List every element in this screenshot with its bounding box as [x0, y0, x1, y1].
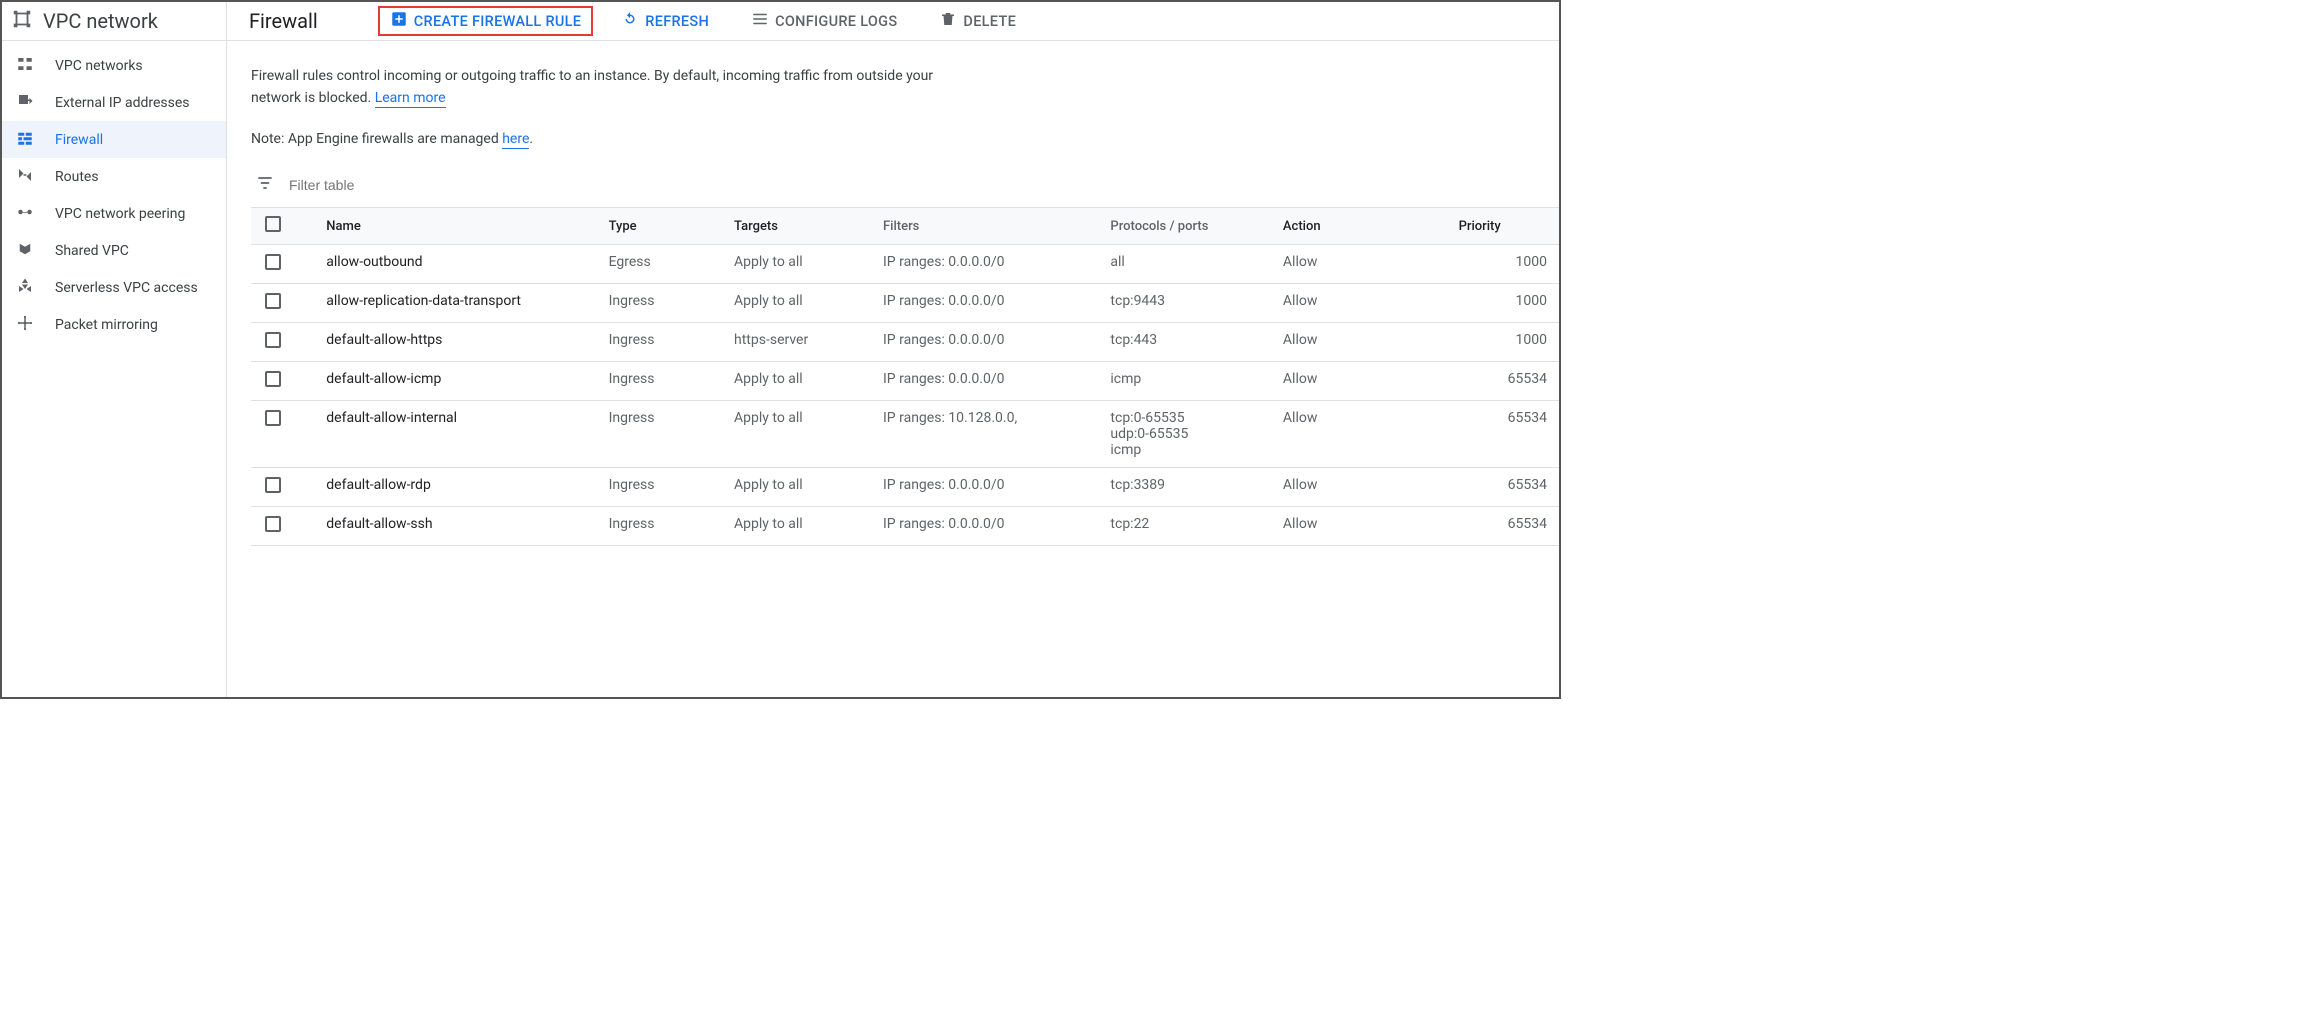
sidebar-item-label: VPC network peering [55, 206, 185, 222]
col-targets[interactable]: Targets [734, 208, 883, 245]
configure-logs-button[interactable]: Configure Logs [737, 5, 911, 37]
table-row[interactable]: allow-outboundEgressApply to allIP range… [251, 245, 1559, 284]
create-firewall-rule-button[interactable]: Create Firewall Rule [378, 6, 594, 36]
table-row[interactable]: default-allow-rdpIngressApply to allIP r… [251, 468, 1559, 507]
sidebar-item-label: VPC networks [55, 58, 143, 74]
sidebar-item-label: Routes [55, 169, 99, 185]
table-row[interactable]: default-allow-sshIngressApply to allIP r… [251, 507, 1559, 546]
ext-ip-icon [16, 92, 34, 114]
refresh-button[interactable]: Refresh [607, 5, 723, 37]
row-checkbox[interactable] [265, 410, 281, 426]
table-row[interactable]: default-allow-httpsIngresshttps-serverIP… [251, 323, 1559, 362]
sidebar-item-serverless-vpc-access[interactable]: Serverless VPC access [2, 269, 226, 306]
table-row[interactable]: default-allow-icmpIngressApply to allIP … [251, 362, 1559, 401]
table-row[interactable]: default-allow-internalIngressApply to al… [251, 401, 1559, 468]
sidebar-item-external-ip-addresses[interactable]: External IP addresses [2, 84, 226, 121]
row-checkbox[interactable] [265, 293, 281, 309]
row-checkbox[interactable] [265, 332, 281, 348]
select-all-checkbox[interactable] [265, 216, 281, 232]
note-text: Note: App Engine firewalls are managed h… [251, 131, 1559, 147]
vpc-icon [16, 55, 34, 77]
sidebar-item-shared-vpc[interactable]: Shared VPC [2, 232, 226, 269]
sidebar-item-packet-mirroring[interactable]: Packet mirroring [2, 306, 226, 343]
sidebar-item-firewall[interactable]: Firewall [2, 121, 226, 158]
col-filters[interactable]: Filters [883, 208, 1110, 245]
sidebar-item-label: External IP addresses [55, 95, 190, 111]
row-checkbox[interactable] [265, 477, 281, 493]
col-action[interactable]: Action [1283, 208, 1459, 245]
col-protocols[interactable]: Protocols / ports [1110, 208, 1283, 245]
col-priority[interactable]: Priority [1459, 208, 1559, 245]
plus-icon [390, 10, 408, 32]
row-checkbox[interactable] [265, 516, 281, 532]
product-title: VPC network [43, 9, 158, 33]
firewall-icon [16, 129, 34, 151]
sidebar-item-label: Packet mirroring [55, 317, 158, 333]
intro-text: Firewall rules control incoming or outgo… [251, 65, 951, 109]
sidebar-item-label: Serverless VPC access [55, 280, 198, 296]
sidebar-item-label: Firewall [55, 132, 103, 148]
trash-icon [939, 10, 957, 32]
toolbar: Firewall Create Firewall Rule Refresh Co… [227, 2, 1559, 41]
filter-table-input[interactable] [287, 176, 587, 194]
app-engine-here-link[interactable]: here [502, 131, 529, 149]
product-header: VPC network [2, 2, 226, 41]
shared-icon [16, 240, 34, 262]
sidebar-item-label: Shared VPC [55, 243, 129, 259]
refresh-icon [621, 10, 639, 32]
col-name[interactable]: Name [326, 208, 608, 245]
sidebar-item-vpc-networks[interactable]: VPC networks [2, 47, 226, 84]
sidebar-item-routes[interactable]: Routes [2, 158, 226, 195]
serverless-icon [16, 277, 34, 299]
table-row[interactable]: allow-replication-data-transportIngressA… [251, 284, 1559, 323]
delete-button[interactable]: Delete [925, 5, 1030, 37]
col-type[interactable]: Type [609, 208, 734, 245]
learn-more-link[interactable]: Learn more [375, 90, 446, 108]
sidebar-item-vpc-network-peering[interactable]: VPC network peering [2, 195, 226, 232]
routes-icon [16, 166, 34, 188]
peering-icon [16, 203, 34, 225]
logs-icon [751, 10, 769, 32]
firewall-rules-table: Name Type Targets Filters Protocols / po… [251, 207, 1559, 546]
row-checkbox[interactable] [265, 254, 281, 270]
sidebar: VPC network VPC networks External IP addr… [2, 2, 227, 697]
page-title: Firewall [249, 9, 318, 33]
row-checkbox[interactable] [265, 371, 281, 387]
mirror-icon [16, 314, 34, 336]
filter-icon [255, 173, 275, 197]
product-logo-icon [11, 8, 33, 35]
